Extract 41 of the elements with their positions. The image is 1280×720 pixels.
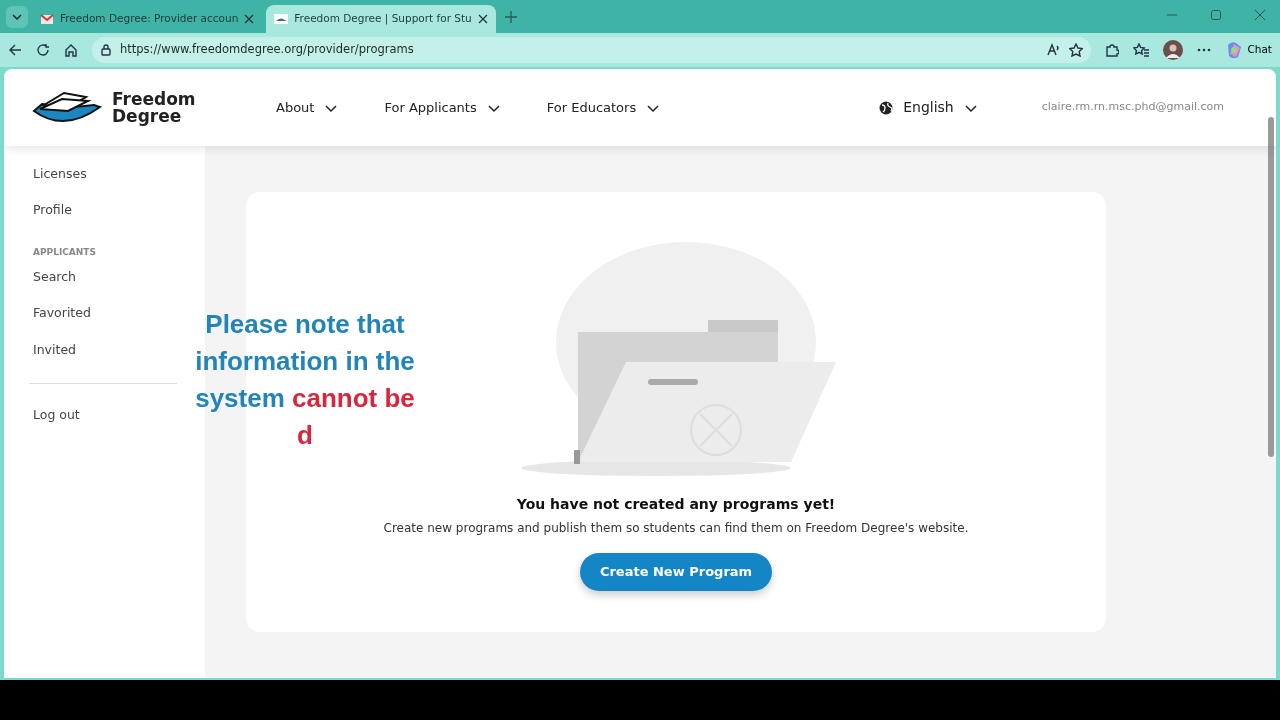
star-icon[interactable] — [1069, 43, 1084, 57]
sidebar-item[interactable]: Licenses — [4, 156, 87, 193]
sidebar-item[interactable]: Profile — [4, 192, 72, 229]
close-icon[interactable] — [244, 14, 255, 24]
nav-menu[interactable]: For Educators — [540, 96, 667, 119]
sidebar-item[interactable]: Search — [4, 259, 76, 296]
mail-icon — [40, 13, 54, 25]
logo-text: Freedom — [112, 90, 196, 108]
site-icon — [274, 13, 289, 25]
sidebar-item[interactable]: Invited — [4, 332, 76, 369]
favorites-icon[interactable] — [1133, 43, 1150, 57]
nav-menu[interactable]: About — [270, 96, 345, 119]
empty-state-message: Create new programs and publish them so students can find them on Freedom Degree's website. — [383, 520, 969, 537]
puzzle-icon[interactable] — [1105, 43, 1120, 57]
plus-icon — [504, 11, 517, 23]
browser-tab[interactable]: Freedom Degree | Support for Stu — [266, 5, 496, 33]
globe-icon — [879, 100, 894, 115]
scrollbar[interactable] — [1268, 117, 1274, 457]
video-caption: Please note that information in the system cannot be d — [194, 308, 416, 452]
lock-icon — [100, 44, 112, 56]
address-bar[interactable]: https://www.freedomdegree.org/provider/programs — [92, 37, 1092, 63]
empty-state-title: You have not created any programs yet! — [516, 495, 836, 514]
refresh-icon[interactable] — [36, 43, 50, 57]
avatar-icon[interactable] — [1163, 40, 1184, 60]
logo-text: Degree — [112, 107, 183, 125]
create-program-button[interactable]: Create New Program — [579, 553, 773, 591]
section-heading: APPLICANTS — [32, 245, 97, 259]
chat-button[interactable]: Chat — [1225, 41, 1272, 59]
sidebar-item[interactable]: Favorited — [4, 295, 91, 332]
sidebar-item[interactable]: Log out — [4, 397, 80, 434]
language-menu[interactable]: English — [873, 96, 984, 119]
back-arrow-icon[interactable] — [8, 43, 22, 57]
chevron-down-icon — [11, 11, 23, 23]
tab-list-button[interactable] — [6, 6, 28, 28]
browser-tab[interactable]: Freedom Degree: Provider accoun — [32, 5, 263, 33]
nav-menu[interactable]: For Applicants — [378, 96, 507, 119]
close-icon[interactable] — [477, 14, 488, 24]
read-aloud-icon[interactable] — [1047, 43, 1062, 57]
maximize-icon[interactable] — [1210, 9, 1222, 21]
user-email[interactable]: claire.rm.rn.msc.phd@gmail.com — [1041, 99, 1224, 116]
home-icon[interactable] — [64, 43, 78, 57]
